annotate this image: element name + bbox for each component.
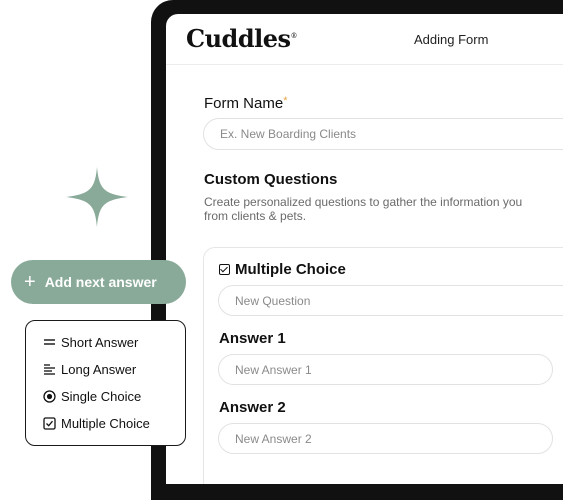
answer-1-input[interactable]: New Answer 1 (218, 354, 553, 385)
form-screen: Cuddles® Adding Form Form Name* Ex. New … (166, 14, 563, 484)
required-mark: * (283, 95, 288, 107)
question-input[interactable]: New Question (218, 285, 563, 316)
top-bar: Cuddles® Adding Form (166, 14, 563, 65)
plus-icon: + (24, 271, 36, 293)
page-title: Adding Form (414, 32, 489, 47)
question-type-heading: Multiple Choice (219, 261, 346, 278)
menu-item-multiple-choice[interactable]: Multiple Choice (43, 416, 150, 431)
checkbox-icon (219, 264, 230, 275)
menu-item-single-choice[interactable]: Single Choice (43, 389, 141, 404)
answer-1-label: Answer 1 (219, 330, 286, 347)
question-type-menu: Short Answer Long Answer Single Choice M… (25, 320, 186, 446)
menu-item-short-answer[interactable]: Short Answer (43, 335, 138, 350)
answer-2-label: Answer 2 (219, 399, 286, 416)
long-lines-icon (43, 363, 56, 376)
answer-2-input[interactable]: New Answer 2 (218, 423, 553, 454)
custom-questions-description: Create personalized questions to gather … (204, 195, 523, 223)
short-lines-icon (43, 336, 56, 349)
add-next-answer-button[interactable]: + Add next answer (11, 260, 186, 304)
checkbox-icon (43, 417, 56, 430)
brand-logo: Cuddles® (186, 24, 298, 53)
form-name-input[interactable]: Ex. New Boarding Clients (203, 118, 563, 150)
form-name-label: Form Name* (204, 95, 288, 112)
radio-icon (43, 390, 56, 403)
sparkle-icon (66, 167, 128, 227)
custom-questions-title: Custom Questions (204, 171, 338, 188)
menu-item-long-answer[interactable]: Long Answer (43, 362, 136, 377)
